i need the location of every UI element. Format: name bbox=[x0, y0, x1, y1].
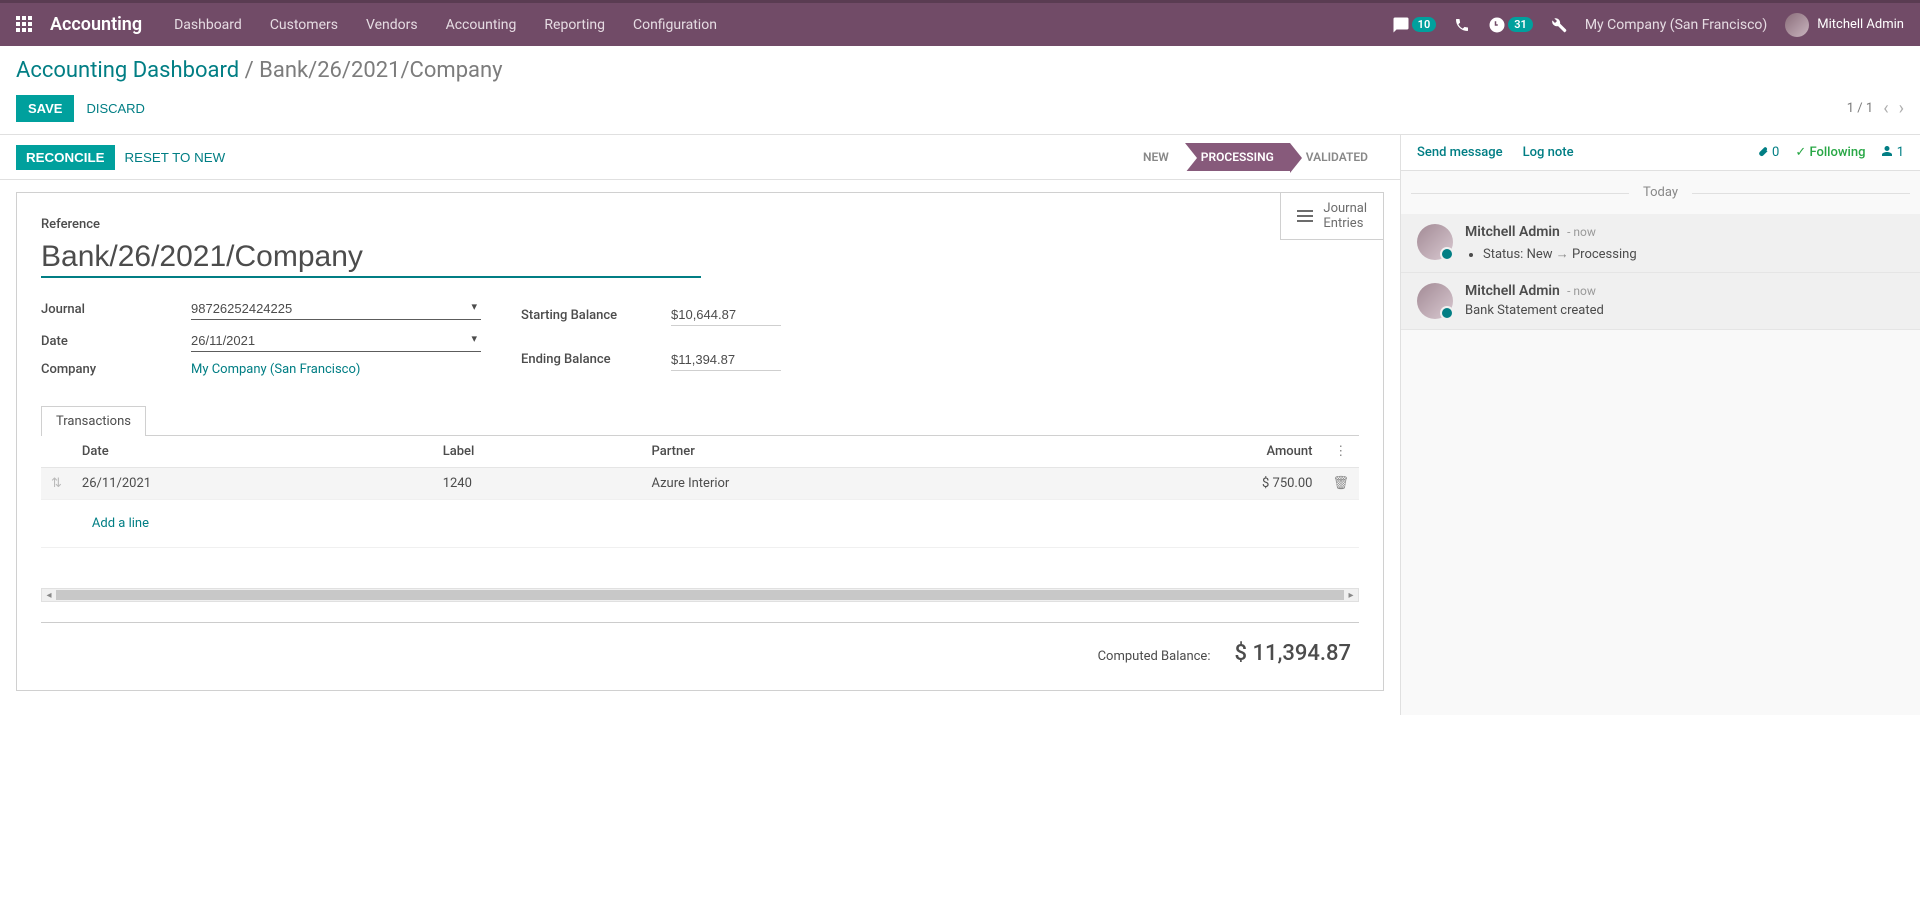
save-button[interactable]: SAVE bbox=[16, 95, 74, 122]
followers-button[interactable]: 1 bbox=[1881, 145, 1904, 160]
following-button[interactable]: ✓ Following bbox=[1795, 145, 1865, 160]
ending-balance-label: Ending Balance bbox=[521, 352, 671, 367]
col-partner[interactable]: Partner bbox=[642, 436, 1038, 468]
state-new[interactable]: NEW bbox=[1127, 143, 1185, 171]
today-separator: Today bbox=[1401, 171, 1920, 214]
menu-dashboard[interactable]: Dashboard bbox=[174, 17, 242, 33]
table-row[interactable]: ⇅ 26/11/2021 1240 Azure Interior $ 750.0… bbox=[41, 468, 1359, 500]
apps-icon[interactable] bbox=[16, 16, 34, 34]
message-status-change: Status: New → Processing bbox=[1483, 246, 1904, 262]
message-body: Bank Statement created bbox=[1465, 303, 1904, 318]
message-time: - now bbox=[1567, 225, 1596, 239]
menu-configuration[interactable]: Configuration bbox=[633, 17, 717, 33]
company-label: Company bbox=[41, 362, 191, 377]
scroll-right-icon[interactable]: ▸ bbox=[1344, 589, 1358, 601]
columns-kebab-icon[interactable]: ⋮ bbox=[1334, 444, 1347, 459]
message-avatar-icon bbox=[1417, 283, 1453, 319]
computed-balance-value: $ 11,394.87 bbox=[1234, 641, 1351, 666]
phone-icon[interactable] bbox=[1454, 17, 1470, 33]
journal-label: Journal bbox=[41, 302, 191, 317]
breadcrumb-root[interactable]: Accounting Dashboard bbox=[16, 58, 239, 83]
menu-vendors[interactable]: Vendors bbox=[366, 17, 418, 33]
activities-icon[interactable]: 31 bbox=[1488, 16, 1533, 34]
starting-balance-input[interactable] bbox=[671, 304, 781, 326]
journal-input[interactable] bbox=[191, 298, 481, 320]
state-validated[interactable]: VALIDATED bbox=[1290, 143, 1384, 171]
journal-entries-label: Journal Entries bbox=[1323, 201, 1367, 231]
menu-customers[interactable]: Customers bbox=[270, 17, 338, 33]
cell-date: 26/11/2021 bbox=[72, 468, 433, 500]
breadcrumb: Accounting Dashboard / Bank/26/2021/Comp… bbox=[16, 58, 1904, 83]
arrow-right-icon: → bbox=[1556, 247, 1572, 262]
company-link[interactable]: My Company (San Francisco) bbox=[191, 362, 481, 377]
messages-badge: 10 bbox=[1412, 17, 1437, 32]
state-processing[interactable]: PROCESSING bbox=[1185, 143, 1290, 171]
user-name: Mitchell Admin bbox=[1817, 17, 1904, 32]
chatter-message: Mitchell Admin - now Status: New → Proce… bbox=[1401, 214, 1920, 273]
starting-balance-label: Starting Balance bbox=[521, 308, 671, 323]
journal-entries-button[interactable]: Journal Entries bbox=[1280, 193, 1383, 240]
topbar: Accounting Dashboard Customers Vendors A… bbox=[0, 0, 1920, 46]
computed-balance-label: Computed Balance: bbox=[1098, 649, 1211, 664]
reference-label: Reference bbox=[41, 217, 1359, 232]
user-menu[interactable]: Mitchell Admin bbox=[1785, 13, 1904, 37]
top-menu: Dashboard Customers Vendors Accounting R… bbox=[174, 17, 717, 33]
col-amount[interactable]: Amount bbox=[1037, 436, 1322, 468]
col-date[interactable]: Date bbox=[72, 436, 433, 468]
activities-badge: 31 bbox=[1508, 17, 1533, 32]
menu-reporting[interactable]: Reporting bbox=[544, 17, 605, 33]
pager-next-icon[interactable]: › bbox=[1899, 98, 1904, 119]
message-avatar-icon bbox=[1417, 224, 1453, 260]
send-message-link[interactable]: Send message bbox=[1417, 145, 1503, 160]
cell-label: 1240 bbox=[433, 468, 642, 500]
col-label[interactable]: Label bbox=[433, 436, 642, 468]
ending-balance-input[interactable] bbox=[671, 349, 781, 371]
hamburger-icon bbox=[1297, 210, 1313, 222]
add-line-link[interactable]: Add a line bbox=[82, 508, 159, 539]
menu-accounting[interactable]: Accounting bbox=[446, 17, 517, 33]
date-label: Date bbox=[41, 334, 191, 349]
chatter-message: Mitchell Admin - now Bank Statement crea… bbox=[1401, 273, 1920, 330]
drag-handle-icon[interactable]: ⇅ bbox=[41, 468, 72, 500]
company-selector[interactable]: My Company (San Francisco) bbox=[1585, 17, 1767, 33]
scroll-left-icon[interactable]: ◂ bbox=[42, 589, 56, 601]
pager-prev-icon[interactable]: ‹ bbox=[1883, 98, 1888, 119]
brand-title: Accounting bbox=[50, 14, 142, 35]
attachments-button[interactable]: 0 bbox=[1757, 145, 1780, 160]
horizontal-scrollbar[interactable]: ◂ ▸ bbox=[41, 588, 1359, 602]
debug-icon[interactable] bbox=[1551, 17, 1567, 33]
reconcile-button[interactable]: RECONCILE bbox=[16, 145, 115, 170]
message-author[interactable]: Mitchell Admin bbox=[1465, 224, 1560, 240]
cell-amount: $ 750.00 bbox=[1037, 468, 1322, 500]
tab-transactions[interactable]: Transactions bbox=[41, 406, 146, 436]
cell-partner: Azure Interior bbox=[642, 468, 1038, 500]
user-avatar-icon bbox=[1785, 13, 1809, 37]
date-input[interactable] bbox=[191, 330, 481, 352]
reset-to-new-button[interactable]: RESET TO NEW bbox=[115, 145, 236, 170]
message-time: - now bbox=[1567, 284, 1596, 298]
message-author[interactable]: Mitchell Admin bbox=[1465, 283, 1560, 299]
delete-row-icon[interactable]: 🗑 bbox=[1332, 476, 1349, 491]
reference-input[interactable] bbox=[41, 238, 701, 278]
messages-icon[interactable]: 10 bbox=[1392, 16, 1437, 34]
log-note-link[interactable]: Log note bbox=[1523, 145, 1574, 160]
discard-button[interactable]: DISCARD bbox=[74, 95, 157, 122]
pager-text: 1 / 1 bbox=[1847, 101, 1873, 116]
breadcrumb-current: Bank/26/2021/Company bbox=[259, 58, 502, 83]
